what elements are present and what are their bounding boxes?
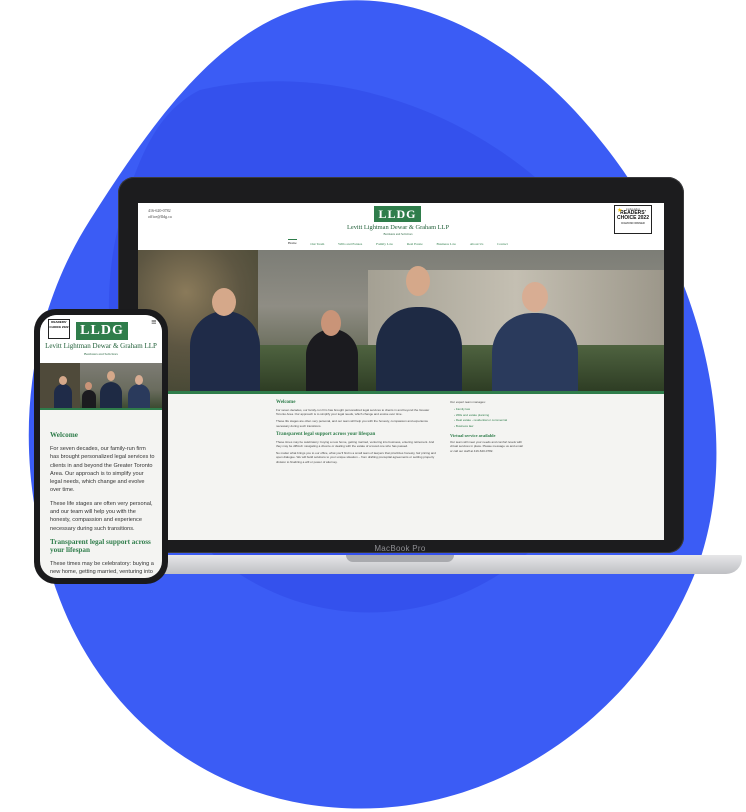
transparent-paragraph-1: These times may be celebratory: buying a… bbox=[276, 439, 435, 449]
mobile-header: READERS' CHOICE 2022 LLDG ≡ Levitt Light… bbox=[40, 315, 162, 363]
phone-screen: READERS' CHOICE 2022 LLDG ≡ Levitt Light… bbox=[40, 315, 162, 578]
welcome-paragraph-1: For seven decades, our family-run firm h… bbox=[276, 408, 430, 417]
nav-family-law[interactable]: Family Law bbox=[376, 242, 393, 246]
nav-about-us[interactable]: About Us bbox=[470, 242, 484, 246]
mobile-welcome-paragraph-2: These life stages are often very persona… bbox=[50, 500, 153, 532]
transparent-paragraph-2: No matter what brings you to our office,… bbox=[276, 451, 436, 464]
header-email[interactable]: office@lldg.ca bbox=[148, 214, 172, 220]
laptop-brand-label: MacBook Pro bbox=[374, 544, 426, 553]
service-item[interactable]: Business law bbox=[454, 424, 524, 430]
laptop-screen: 416-620-0782 office@lldg.ca LLDG Levitt … bbox=[138, 203, 664, 540]
main-content: Welcome For seven decades, our family-ru… bbox=[138, 394, 664, 540]
nav-our-team[interactable]: Our Team bbox=[310, 242, 324, 246]
main-nav: Home Our Team Wills and Estates Family L… bbox=[288, 239, 508, 246]
star-icon: ★ bbox=[617, 208, 623, 214]
mobile-welcome-paragraph-1: For seven decades, our family-run firm h… bbox=[50, 446, 155, 494]
virtual-paragraph: Our team will meet your needs and comfor… bbox=[450, 440, 523, 453]
mobile-hero-photo bbox=[40, 363, 162, 408]
firm-name: Levitt Lightman Dewar & Graham LLP bbox=[346, 224, 450, 231]
mobile-hero-divider bbox=[40, 408, 162, 410]
nav-wills-estates[interactable]: Wills and Estates bbox=[338, 242, 362, 246]
transparent-heading: Transparent legal support across your li… bbox=[276, 431, 376, 437]
nav-home[interactable]: Home bbox=[288, 239, 297, 246]
nav-business-law[interactable]: Business Law bbox=[436, 242, 456, 246]
mobile-transparent-heading: Transparent legal support across your li… bbox=[50, 537, 151, 554]
hamburger-menu-icon[interactable]: ≡ bbox=[151, 319, 157, 326]
welcome-heading: Welcome bbox=[276, 400, 296, 405]
hero-team-photo bbox=[138, 250, 664, 391]
laptop-notch bbox=[346, 555, 454, 562]
content-side-column: Our expert team manages: Family law Will… bbox=[450, 400, 524, 456]
welcome-paragraph-2: These life stages are often very persona… bbox=[276, 419, 429, 428]
mobile-firm-tagline: Barristers and Solicitors bbox=[84, 352, 118, 356]
content-main-column: Welcome For seven decades, our family-ru… bbox=[276, 400, 436, 467]
header-contact: 416-620-0782 office@lldg.ca bbox=[148, 208, 172, 220]
mobile-firm-name: Levitt Lightman Dewar & Graham LLP bbox=[45, 342, 157, 350]
mobile-logo[interactable]: LLDG bbox=[76, 322, 128, 340]
site-logo[interactable]: LLDG bbox=[374, 206, 421, 222]
mobile-content: Welcome For seven decades, our family-ru… bbox=[50, 431, 156, 578]
services-list: Family law Wills and estate planning Rea… bbox=[450, 407, 524, 429]
readers-choice-badge: ★ insideHalton READERS' CHOICE 2022 DIAM… bbox=[614, 205, 652, 234]
firm-tagline: Barristers and Solicitors bbox=[383, 232, 413, 236]
mobile-transparent-paragraph-1: These times may be celebratory: buying a… bbox=[50, 560, 154, 578]
mobile-readers-choice-badge: READERS' CHOICE 2022 bbox=[48, 319, 70, 339]
mobile-welcome-heading: Welcome bbox=[50, 431, 78, 439]
expert-intro: Our expert team manages: bbox=[450, 400, 486, 404]
nav-real-estate[interactable]: Real Estate bbox=[407, 242, 423, 246]
virtual-heading: Virtual service available bbox=[450, 433, 496, 439]
nav-contact[interactable]: Contact bbox=[497, 242, 508, 246]
